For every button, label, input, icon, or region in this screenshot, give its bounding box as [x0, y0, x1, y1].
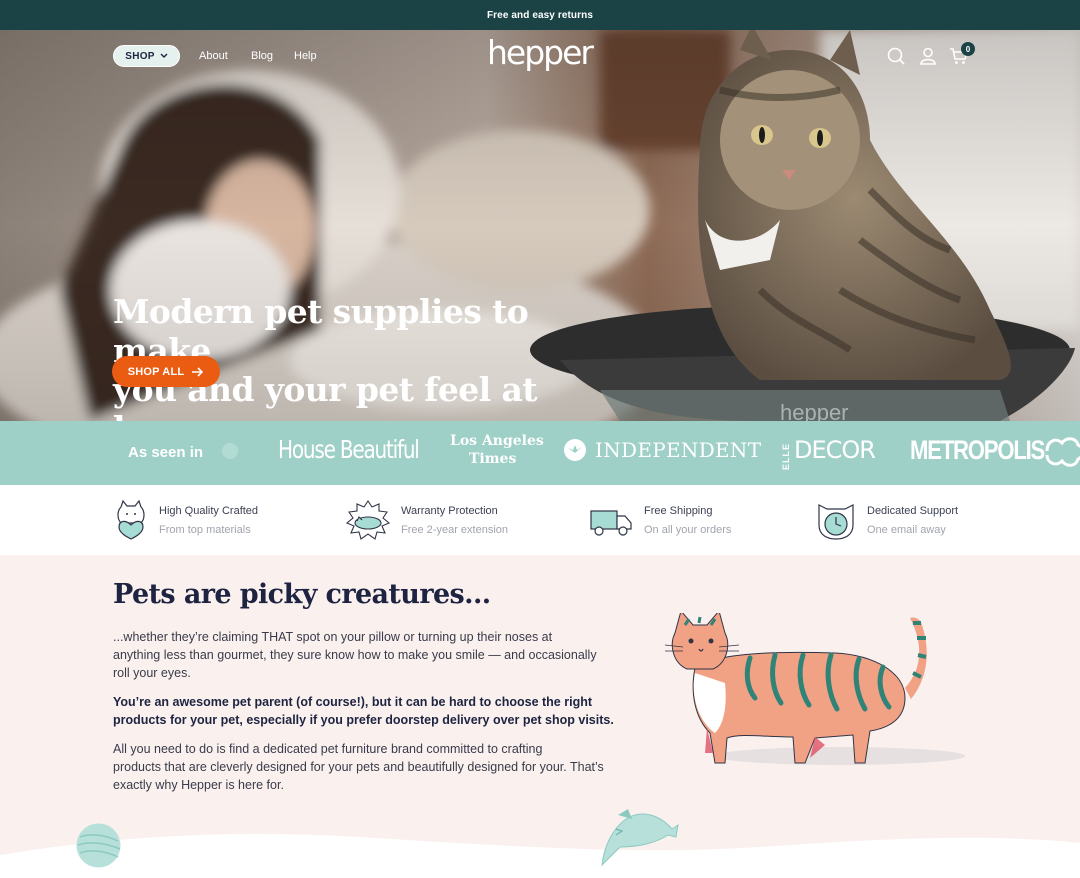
announcement-text: Free and easy returns	[486, 9, 594, 21]
main-nav: SHOP About Blog Help hepper 0	[0, 30, 1080, 82]
feature-item-support: Dedicated Support One email away	[815, 499, 1015, 543]
nav-link-about[interactable]: About	[199, 50, 228, 62]
crafted-cat-icon	[117, 499, 145, 540]
press-decor: DECOR	[794, 436, 876, 464]
search-icon[interactable]	[886, 46, 906, 66]
feature-subtitle: From top materials	[159, 524, 251, 536]
intro-paragraph-1: ...whether they’re claiming THAT spot on…	[113, 628, 648, 682]
press-independent: INDEPENDENT	[595, 438, 762, 462]
announcement-bar: Free and easy returns	[0, 0, 1080, 30]
paragraph-line: products that are cleverly designed for …	[113, 760, 604, 774]
logo-text: hepper	[487, 34, 594, 72]
intro-paragraph-2: You’re an awesome pet parent (of course!…	[113, 693, 648, 729]
feature-subtitle: On all your orders	[644, 524, 732, 536]
intro-section: Pets are picky creatures... ...whether t…	[0, 555, 1080, 878]
striped-cat-illustration	[664, 613, 965, 765]
hepper-logo[interactable]: hepper	[486, 34, 596, 74]
feature-title: Dedicated Support	[867, 505, 959, 517]
clock-cat-icon	[818, 504, 854, 540]
paragraph-line: You’re an awesome pet parent (of course!…	[113, 695, 592, 709]
paragraph-line: roll your eyes.	[113, 666, 191, 680]
section-title: Pets are picky creatures...	[113, 579, 491, 610]
feature-subtitle: Free 2-year extension	[401, 524, 508, 536]
independent-eagle-icon	[564, 439, 586, 461]
as-seen-in-label: As seen in	[128, 444, 204, 461]
warranty-cat-icon	[345, 500, 391, 540]
feature-item-warranty: Warranty Protection Free 2-year extensio…	[345, 499, 545, 543]
section-wave-divider	[0, 834, 1080, 878]
chevron-down-icon	[160, 53, 168, 58]
intro-paragraph-3: All you need to do is find a dedicated p…	[113, 740, 648, 794]
feature-subtitle: One email away	[867, 524, 946, 536]
as-seen-in-band: As seen in House Beautiful Los Angeles T…	[0, 421, 1080, 485]
nav-link-blog[interactable]: Blog	[251, 50, 273, 62]
shop-menu-button[interactable]: SHOP	[113, 45, 180, 67]
shop-all-label: SHOP ALL	[127, 365, 185, 378]
press-logo-partial	[1045, 437, 1080, 467]
press-carousel-dot	[222, 443, 238, 459]
shop-menu-label: SHOP	[125, 50, 155, 62]
feature-title: High Quality Crafted	[159, 505, 259, 517]
press-metropolis: METROPOLIS	[910, 435, 1045, 465]
feature-title: Warranty Protection	[401, 505, 498, 517]
press-la-times-line1: Los Angeles	[450, 433, 544, 449]
arrow-right-icon	[192, 366, 204, 377]
feature-item-shipping: Free Shipping On all your orders	[589, 499, 789, 543]
paragraph-line: All you need to do is find a dedicated p…	[113, 742, 543, 756]
cart-count-badge: 0	[961, 42, 975, 56]
shop-all-button[interactable]: SHOP ALL	[112, 356, 220, 387]
features-row: High Quality Crafted From top materials …	[0, 485, 1080, 555]
paragraph-line: anything less than gourmet, they sure kn…	[113, 648, 597, 662]
press-house-beautiful: House Beautiful	[278, 435, 420, 464]
account-icon[interactable]	[918, 46, 938, 66]
press-la-times-line2: Times	[469, 451, 517, 467]
nav-link-help[interactable]: Help	[294, 50, 317, 62]
feature-title: Free Shipping	[644, 505, 713, 517]
press-elle: ELLE	[781, 443, 791, 471]
paragraph-line: products for your pet, especially if you…	[113, 713, 614, 727]
hero-banner: hepper Modern pet supplies to make you a…	[0, 30, 1080, 421]
paragraph-line: ...whether they’re claiming THAT spot on…	[113, 630, 553, 644]
yarn-ball-illustration	[76, 823, 121, 868]
feature-item-quality: High Quality Crafted From top materials	[113, 499, 313, 543]
paragraph-line: exactly why Hepper is here for.	[113, 778, 284, 792]
truck-icon	[590, 510, 632, 536]
fish-toy-illustration	[601, 809, 679, 867]
svg-text:hepper: hepper	[780, 400, 849, 421]
